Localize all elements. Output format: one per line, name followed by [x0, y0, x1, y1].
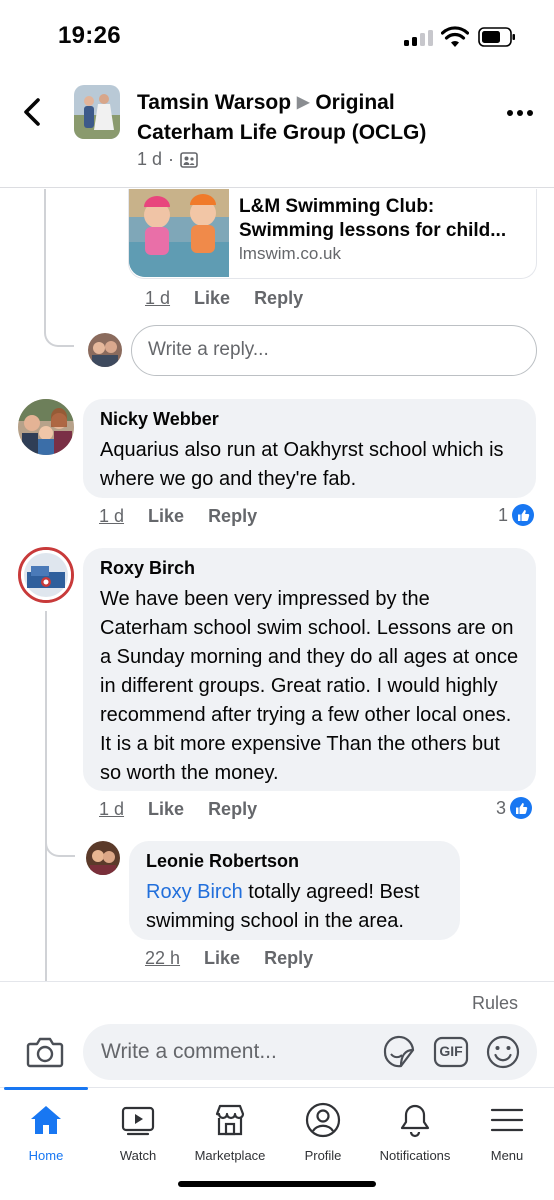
reaction-count[interactable]: 1: [498, 504, 535, 526]
reply-input[interactable]: Write a reply...: [131, 325, 537, 376]
like-button[interactable]: Like: [194, 288, 230, 309]
avatar[interactable]: [86, 841, 120, 875]
watch-icon: [121, 1106, 155, 1136]
link-domain: lmswim.co.uk: [239, 244, 342, 263]
tab-marketplace[interactable]: Marketplace: [184, 1088, 276, 1178]
comment-actions: 22 h Like Reply: [145, 948, 313, 969]
bell-icon: [400, 1104, 430, 1138]
like-button[interactable]: Like: [148, 799, 184, 820]
comment-time[interactable]: 22 h: [145, 948, 180, 969]
author-avatar[interactable]: [74, 85, 120, 139]
tab-profile[interactable]: Profile: [277, 1088, 369, 1178]
reply-button[interactable]: Reply: [208, 506, 257, 527]
battery-icon: [478, 27, 515, 47]
thumbs-up-icon: [512, 504, 535, 526]
tab-home[interactable]: Home: [0, 1088, 92, 1178]
comment-bubble[interactable]: Roxy Birch We have been very impressed b…: [83, 548, 536, 791]
status-time: 19:26: [58, 22, 121, 49]
tab-menu[interactable]: Menu: [461, 1088, 553, 1178]
comment-actions: 1 d Like Reply: [145, 288, 303, 309]
camera-icon[interactable]: [26, 1034, 64, 1070]
gif-label: GIF: [439, 1043, 463, 1059]
comment-time[interactable]: 1 d: [99, 506, 124, 527]
post-header: Tamsin Warsop ▶ Original Caterham Life Gro…: [0, 70, 554, 188]
arrow-right-icon: ▶: [297, 94, 310, 111]
post-title: Tamsin Warsop ▶ Original Caterham Life Gro…: [137, 89, 477, 147]
rules-link[interactable]: Rules: [472, 993, 518, 1014]
commenter-name[interactable]: Roxy Birch: [100, 558, 519, 579]
author-name[interactable]: Tamsin Warsop: [137, 91, 291, 114]
tab-label: Menu: [490, 1148, 524, 1163]
like-button[interactable]: Like: [204, 948, 240, 969]
avatar[interactable]: [88, 333, 122, 367]
like-button[interactable]: Like: [148, 506, 184, 527]
meta-dot: ·: [168, 149, 175, 169]
comment-bubble[interactable]: Nicky Webber Aquarius also run at Oakhyr…: [83, 399, 536, 498]
thread-line: [45, 611, 47, 982]
gif-button[interactable]: GIF: [433, 1036, 469, 1068]
home-icon: [31, 1106, 61, 1134]
wifi-icon: [441, 26, 469, 47]
link-preview-card[interactable]: L&M Swimming Club: Swimming lessons for …: [128, 189, 537, 279]
reaction-count[interactable]: 3: [496, 797, 533, 819]
signal-icon: [404, 30, 434, 46]
reaction-number: 3: [496, 797, 507, 818]
emoji-icon[interactable]: [485, 1034, 521, 1070]
reply-button[interactable]: Reply: [264, 948, 313, 969]
thumbs-up-icon: [510, 797, 533, 819]
link-thumbnail: [129, 189, 229, 277]
menu-icon: [490, 1108, 524, 1132]
commenter-name[interactable]: Nicky Webber: [100, 409, 519, 430]
post-meta: 1 d ·: [137, 149, 198, 170]
reply-bubble[interactable]: Leonie Robertson Roxy Birch totally agre…: [129, 841, 460, 940]
tab-notifications[interactable]: Notifications: [369, 1088, 461, 1178]
comment-time[interactable]: 1 d: [99, 799, 124, 820]
sticker-icon[interactable]: [381, 1035, 417, 1069]
comment-actions: 1 d Like Reply: [99, 506, 257, 527]
post-time: 1 d: [137, 149, 163, 169]
comments-feed[interactable]: L&M Swimming Club: Swimming lessons for …: [0, 189, 554, 982]
divider: [0, 981, 554, 982]
comment-text: Aquarius also run at Oakhyrst school whi…: [100, 439, 504, 490]
group-privacy-icon: [180, 151, 198, 168]
marketplace-icon: [215, 1104, 245, 1136]
active-tab-indicator: [4, 1087, 88, 1090]
reply-button[interactable]: Reply: [254, 288, 303, 309]
avatar[interactable]: [18, 547, 74, 603]
reaction-number: 1: [498, 504, 509, 525]
comment-actions: 1 d Like Reply: [99, 799, 257, 820]
comment-input[interactable]: Write a comment... GIF: [83, 1024, 537, 1080]
mention-link[interactable]: Roxy Birch: [146, 881, 243, 903]
comment-placeholder: Write a comment...: [101, 1040, 277, 1063]
home-indicator: [178, 1181, 376, 1187]
comment-time[interactable]: 1 d: [145, 288, 170, 309]
status-bar: 19:26: [0, 0, 554, 70]
back-button[interactable]: [16, 92, 52, 132]
commenter-name[interactable]: Leonie Robertson: [146, 851, 443, 872]
comment-text: Roxy Birch totally agreed! Best swimming…: [146, 878, 443, 936]
tab-watch[interactable]: Watch: [92, 1088, 184, 1178]
avatar[interactable]: [18, 399, 74, 455]
link-title[interactable]: L&M Swimming Club: Swimming lessons for …: [239, 195, 529, 243]
profile-icon: [305, 1102, 341, 1138]
comment-text: We have been very impressed by the Cater…: [100, 588, 519, 784]
thread-connector: [45, 817, 75, 857]
reply-button[interactable]: Reply: [208, 799, 257, 820]
more-options-button[interactable]: [505, 108, 535, 118]
thread-connector: [44, 189, 74, 347]
